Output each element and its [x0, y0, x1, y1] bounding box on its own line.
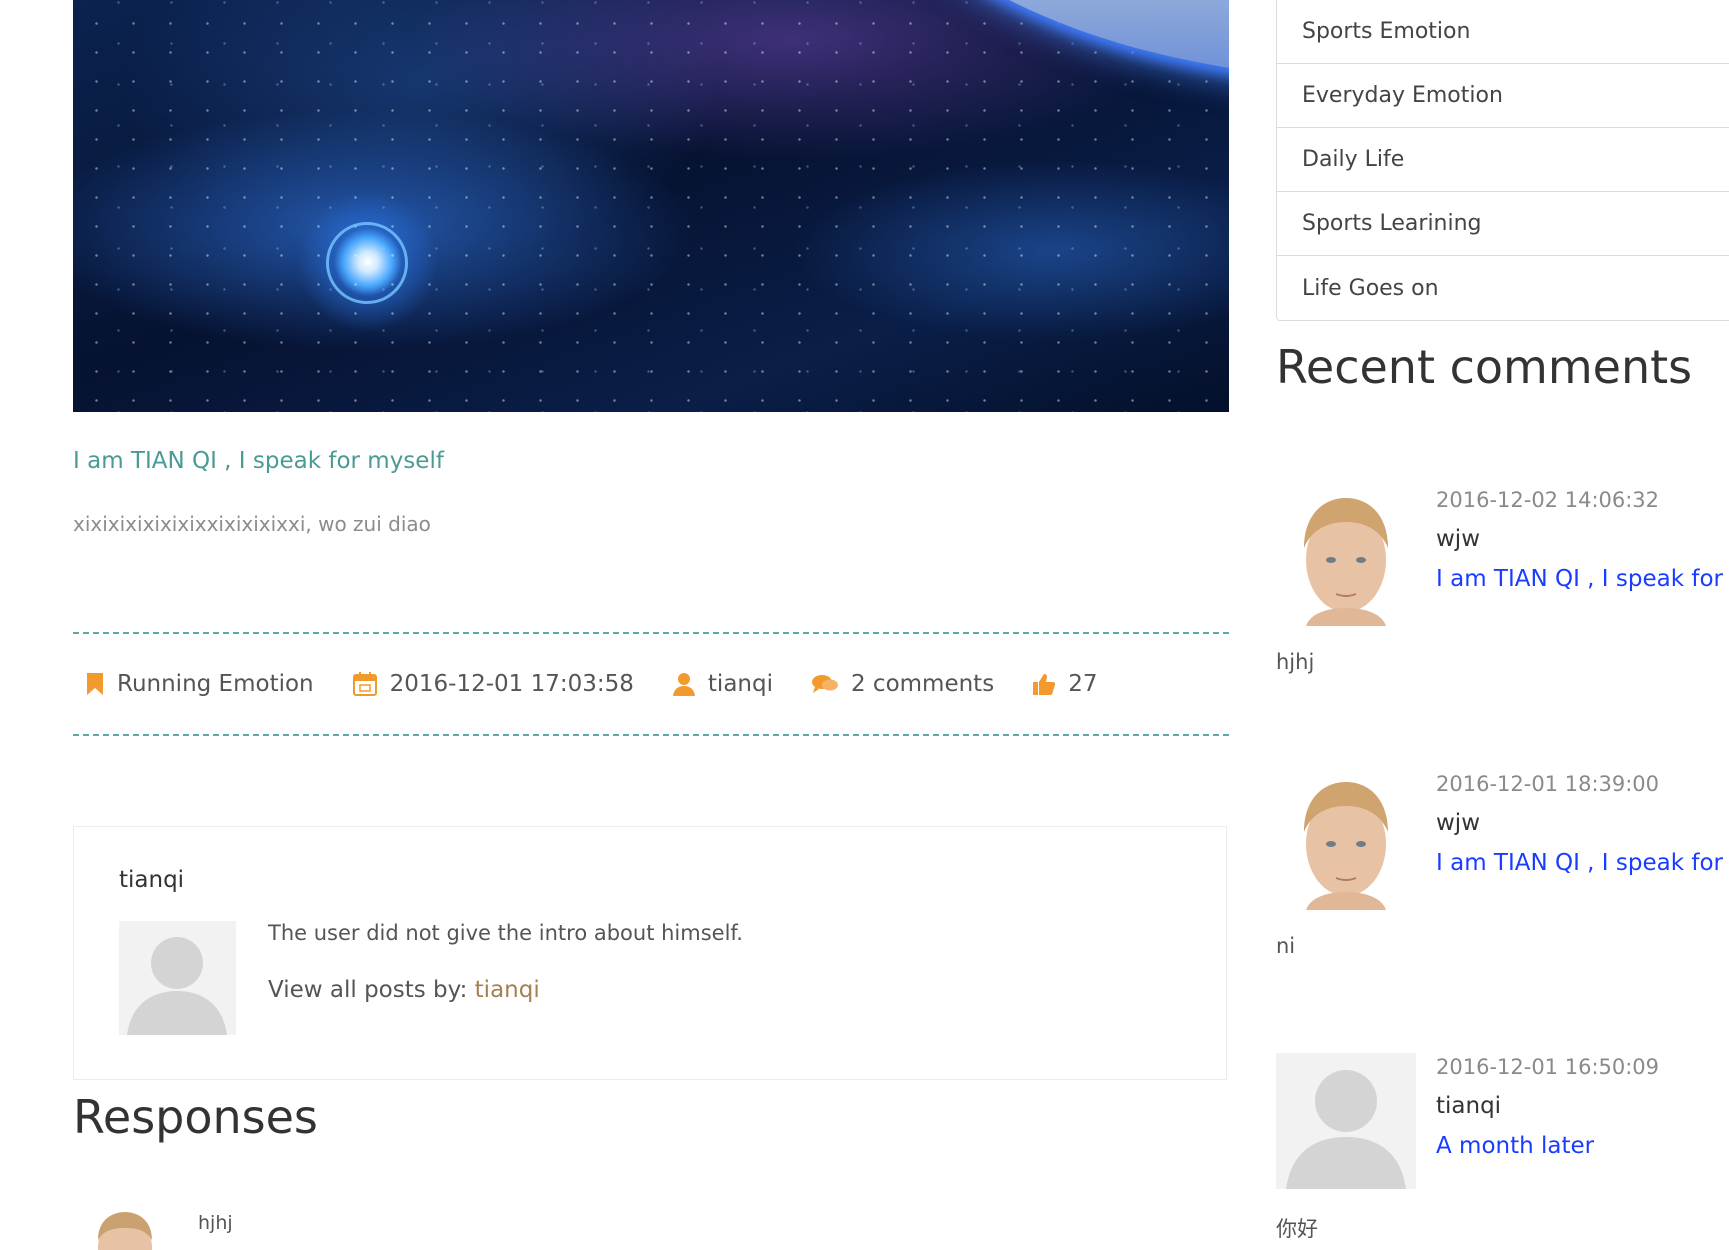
- meta-divider-top: [73, 632, 1229, 634]
- post-meta-bar: Running Emotion 2016-12-01 17:03:58 tian…: [85, 668, 1135, 700]
- comment-date: 2016-12-01 18:39:00: [1436, 772, 1660, 796]
- author-intro: The user did not give the intro about hi…: [268, 921, 743, 945]
- category-item[interactable]: Sports Emotion: [1277, 0, 1729, 64]
- author-name: tianqi: [119, 867, 185, 893]
- comment-date: 2016-12-01 16:50:09: [1436, 1055, 1660, 1079]
- meta-category-label: Running Emotion: [117, 671, 314, 697]
- response-avatar: [90, 1210, 160, 1250]
- meta-author-label: tianqi: [707, 671, 773, 697]
- meta-date: 2016-12-01 17:03:58: [352, 671, 634, 697]
- comment-post-link[interactable]: A month later: [1436, 1133, 1594, 1159]
- comment-avatar-default: [1276, 1053, 1416, 1193]
- comment-user: tianqi: [1436, 1093, 1502, 1119]
- meta-category[interactable]: Running Emotion: [85, 671, 314, 697]
- comment-post-link[interactable]: I am TIAN QI , I speak for myself: [1436, 566, 1729, 592]
- comment-text: 你好: [1276, 1217, 1318, 1241]
- meta-date-label: 2016-12-01 17:03:58: [389, 671, 634, 697]
- meta-likes[interactable]: 27: [1032, 671, 1097, 697]
- comment-user: wjw: [1436, 526, 1481, 552]
- author-avatar: [119, 921, 236, 1035]
- author-posts-line: View all posts by: tianqi: [268, 977, 540, 1003]
- comment-user: wjw: [1436, 810, 1481, 836]
- user-icon: [672, 671, 696, 697]
- post-excerpt: xixixixixixixixxixixixixxi, wo zui diao: [73, 512, 431, 536]
- post-title-link[interactable]: I am TIAN QI , I speak for myself: [73, 448, 444, 474]
- post-featured-image: [73, 0, 1229, 412]
- meta-comments-label: 2 comments: [850, 671, 995, 697]
- thumbs-up-icon: [1032, 672, 1056, 696]
- category-item[interactable]: Sports Learining: [1277, 192, 1729, 256]
- chat-bubbles-icon: [811, 673, 839, 695]
- calendar-icon: [352, 671, 378, 697]
- meta-author[interactable]: tianqi: [672, 671, 773, 697]
- bookmark-icon: [85, 671, 105, 697]
- meta-comments[interactable]: 2 comments: [811, 671, 994, 697]
- starfield: [73, 0, 1229, 412]
- recent-comment: 2016-12-02 14:06:32 wjw I am TIAN QI , I…: [1276, 486, 1729, 686]
- comment-avatar: [1276, 770, 1416, 910]
- recent-comments-heading: Recent comments: [1276, 340, 1693, 394]
- recent-comment: 2016-12-01 18:39:00 wjw I am TIAN QI , I…: [1276, 770, 1729, 970]
- glowing-star: [326, 222, 408, 304]
- author-box: tianqi The user did not give the intro a…: [73, 826, 1227, 1080]
- category-list: Sports Emotion Everyday Emotion Daily Li…: [1276, 0, 1729, 321]
- comment-avatar: [1276, 486, 1416, 626]
- comment-text: hjhj: [1276, 650, 1315, 674]
- comment-date: 2016-12-02 14:06:32: [1436, 488, 1660, 512]
- category-item[interactable]: Life Goes on: [1277, 256, 1729, 320]
- comment-text: ni: [1276, 934, 1296, 958]
- recent-comment: 2016-12-01 16:50:09 tianqi A month later…: [1276, 1053, 1729, 1241]
- meta-divider-bottom: [73, 734, 1229, 736]
- comment-post-link[interactable]: I am TIAN QI , I speak for myself: [1436, 850, 1729, 876]
- meta-likes-count: 27: [1068, 671, 1098, 697]
- author-posts-link[interactable]: tianqi: [475, 977, 540, 1003]
- responses-heading: Responses: [73, 1090, 318, 1144]
- author-posts-label: View all posts by:: [268, 977, 468, 1003]
- response-author-name: hjhj: [198, 1212, 233, 1234]
- category-item[interactable]: Daily Life: [1277, 128, 1729, 192]
- category-item[interactable]: Everyday Emotion: [1277, 64, 1729, 128]
